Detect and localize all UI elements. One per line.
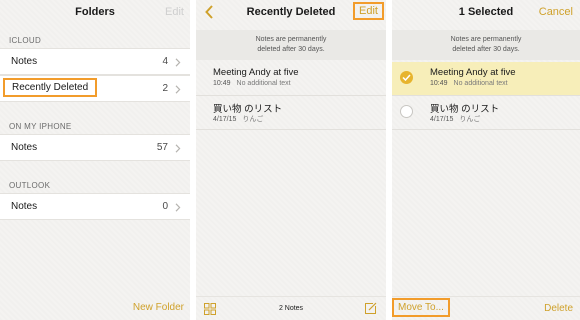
deletion-notice-banner: Notes are permanently deleted after 30 d… bbox=[196, 30, 386, 60]
note-preview: りんご bbox=[459, 116, 481, 123]
folder-count: 2 bbox=[162, 83, 168, 94]
note-subtitle: 4/17/15 りんご bbox=[430, 114, 480, 124]
folder-label: Notes bbox=[11, 142, 38, 153]
note-subtitle: 10:49 No additional text bbox=[430, 80, 508, 87]
banner-line: Notes are permanently bbox=[255, 36, 327, 43]
note-row[interactable]: Meeting Andy at five 10:49 No additional … bbox=[196, 62, 386, 96]
folder-count: 0 bbox=[162, 201, 168, 212]
note-time: 10:49 bbox=[430, 80, 448, 87]
note-preview: No additional text bbox=[453, 80, 508, 87]
chevron-right-icon bbox=[175, 58, 181, 67]
folders-title: Folders bbox=[75, 6, 115, 18]
note-title: Meeting Andy at five bbox=[430, 67, 516, 78]
note-title: 買い物 のリスト bbox=[213, 104, 283, 115]
section-header-outlook: OUTLOOK bbox=[9, 181, 51, 190]
delete-button[interactable]: Delete bbox=[544, 303, 573, 314]
banner-line: deleted after 30 days. bbox=[452, 46, 520, 53]
folder-count: 57 bbox=[156, 142, 168, 153]
notes-toolbar: 2 Notes bbox=[196, 296, 386, 320]
note-time: 4/17/15 bbox=[213, 116, 237, 123]
section-header-on-my-iphone: ON MY IPHONE bbox=[9, 122, 72, 131]
folder-row-iphone-notes[interactable]: Notes 57 bbox=[0, 134, 190, 161]
deletion-notice-banner: Notes are permanently deleted after 30 d… bbox=[392, 30, 580, 60]
edit-button[interactable]: Edit bbox=[165, 6, 184, 18]
note-row[interactable]: 買い物 のリスト 4/17/15 りんご bbox=[196, 96, 386, 130]
selection-panel: 1 Selected Cancel Notes are permanently … bbox=[392, 0, 580, 320]
note-title: 買い物 のリスト bbox=[430, 104, 500, 115]
folder-label: Recently Deleted bbox=[2, 78, 98, 97]
folders-navbar: Folders Edit bbox=[0, 0, 190, 28]
note-time: 10:49 bbox=[213, 80, 231, 87]
selection-navbar: 1 Selected Cancel bbox=[392, 0, 580, 28]
banner-line: deleted after 30 days. bbox=[257, 46, 325, 53]
recently-deleted-navbar: Recently Deleted Edit bbox=[196, 0, 386, 28]
chevron-right-icon bbox=[175, 85, 181, 94]
empty-circle-icon[interactable] bbox=[400, 105, 413, 118]
folder-row-recently-deleted[interactable]: Recently Deleted 2 bbox=[0, 75, 190, 102]
folders-toolbar: New Folder bbox=[0, 296, 190, 320]
checkmark-icon[interactable] bbox=[400, 71, 413, 84]
note-count: 2 Notes bbox=[278, 305, 304, 312]
folder-row-icloud-notes[interactable]: Notes 4 bbox=[0, 48, 190, 75]
new-folder-button[interactable]: New Folder bbox=[133, 302, 184, 313]
compose-icon[interactable] bbox=[364, 302, 377, 315]
note-title: Meeting Andy at five bbox=[213, 67, 299, 78]
note-row[interactable]: 買い物 のリスト 4/17/15 りんご bbox=[392, 96, 580, 130]
recently-deleted-panel: Recently Deleted Edit Notes are permanen… bbox=[196, 0, 386, 320]
banner-line: Notes are permanently bbox=[450, 36, 522, 43]
folder-label: Notes bbox=[11, 201, 38, 212]
folder-row-outlook-notes[interactable]: Notes 0 bbox=[0, 193, 190, 220]
chevron-right-icon bbox=[175, 144, 181, 153]
selection-toolbar: Move To... Delete bbox=[392, 296, 580, 320]
folders-panel: Folders Edit ICLOUD Notes 4 Recently Del… bbox=[0, 0, 190, 320]
cancel-button[interactable]: Cancel bbox=[539, 6, 573, 18]
note-preview: No additional text bbox=[236, 80, 291, 87]
move-to-button[interactable]: Move To... bbox=[392, 298, 450, 317]
chevron-right-icon bbox=[175, 203, 181, 212]
note-time: 4/17/15 bbox=[430, 116, 454, 123]
edit-button[interactable]: Edit bbox=[353, 2, 384, 20]
note-preview: りんご bbox=[242, 116, 264, 123]
folder-label: Notes bbox=[11, 56, 38, 67]
note-row-selected[interactable]: Meeting Andy at five 10:49 No additional … bbox=[392, 62, 580, 96]
folder-count: 4 bbox=[162, 56, 168, 67]
note-subtitle: 4/17/15 りんご bbox=[213, 114, 263, 124]
section-header-icloud: ICLOUD bbox=[9, 36, 42, 45]
note-subtitle: 10:49 No additional text bbox=[213, 80, 291, 87]
